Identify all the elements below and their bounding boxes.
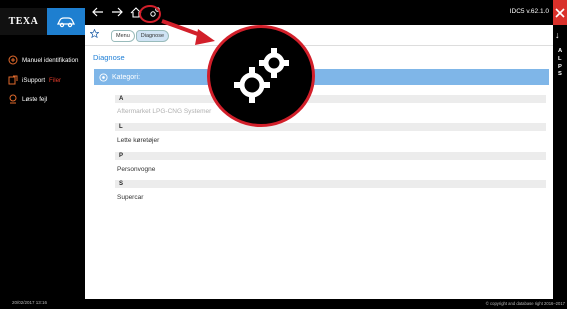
close-button[interactable]: [553, 0, 567, 25]
breadcrumb-item-menu[interactable]: Menu: [111, 30, 135, 42]
category-label: Kategori:: [112, 73, 141, 81]
scroll-down-icon[interactable]: ↓: [555, 30, 560, 40]
close-icon: [555, 7, 565, 18]
version-label: IDC5 v.62.1.0: [509, 8, 549, 15]
sidebar-item-label: Manuel identifikation: [22, 56, 79, 64]
sidebar-item-manual-identification[interactable]: Manuel identifikation: [8, 55, 78, 65]
sidebar-item-solved-faults[interactable]: Løste fejl: [8, 94, 47, 104]
list-item[interactable]: Lette køretøjer: [117, 137, 159, 144]
list-item[interactable]: Aftermarket LPG-CNG Systemer: [117, 108, 211, 115]
back-arrow-icon[interactable]: [91, 5, 105, 19]
group-header-l: L: [115, 123, 546, 131]
sidebar-item-label: iSupport: [22, 76, 46, 84]
solved-faults-icon: [8, 94, 18, 104]
category-header: Kategori:: [94, 69, 549, 85]
copyright-footer: © copyright and database right 2016–2017: [85, 299, 567, 309]
star-icon[interactable]: [90, 29, 99, 38]
index-letter[interactable]: A: [558, 48, 562, 56]
index-letter[interactable]: P: [558, 64, 562, 72]
breadcrumb-bar: Menu Diagnose: [85, 25, 553, 46]
list-item[interactable]: Supercar: [117, 194, 143, 201]
isupport-badge: Filer: [49, 76, 62, 84]
vehicle-button[interactable]: [47, 8, 85, 35]
magnified-gears-callout: [207, 25, 315, 127]
index-letter[interactable]: S: [558, 71, 562, 79]
index-letter[interactable]: L: [558, 56, 562, 64]
gears-icon: [234, 48, 289, 103]
forward-arrow-icon[interactable]: [110, 5, 124, 19]
sidebar-item-isupport[interactable]: iSupport Filer: [8, 75, 61, 85]
callout-arrow-icon: [161, 19, 215, 45]
page-title: Diagnose: [93, 53, 125, 62]
texa-logo: TEXA: [0, 8, 47, 35]
group-header-p: P: [115, 152, 546, 160]
isupport-icon: [8, 75, 18, 85]
sidebar: TEXA Manuel identifikation iSupport File…: [0, 0, 85, 309]
manual-id-icon: [8, 55, 18, 65]
highlight-circle: [139, 5, 161, 23]
status-date: 20/02/2017 13:16: [12, 300, 48, 305]
group-header-a: A: [115, 95, 546, 103]
list-item[interactable]: Personvogne: [117, 166, 155, 173]
group-header-s: S: [115, 180, 546, 188]
sidebar-item-label: Løste fejl: [22, 95, 48, 103]
category-icon: [98, 72, 108, 82]
car-icon: [56, 16, 76, 27]
